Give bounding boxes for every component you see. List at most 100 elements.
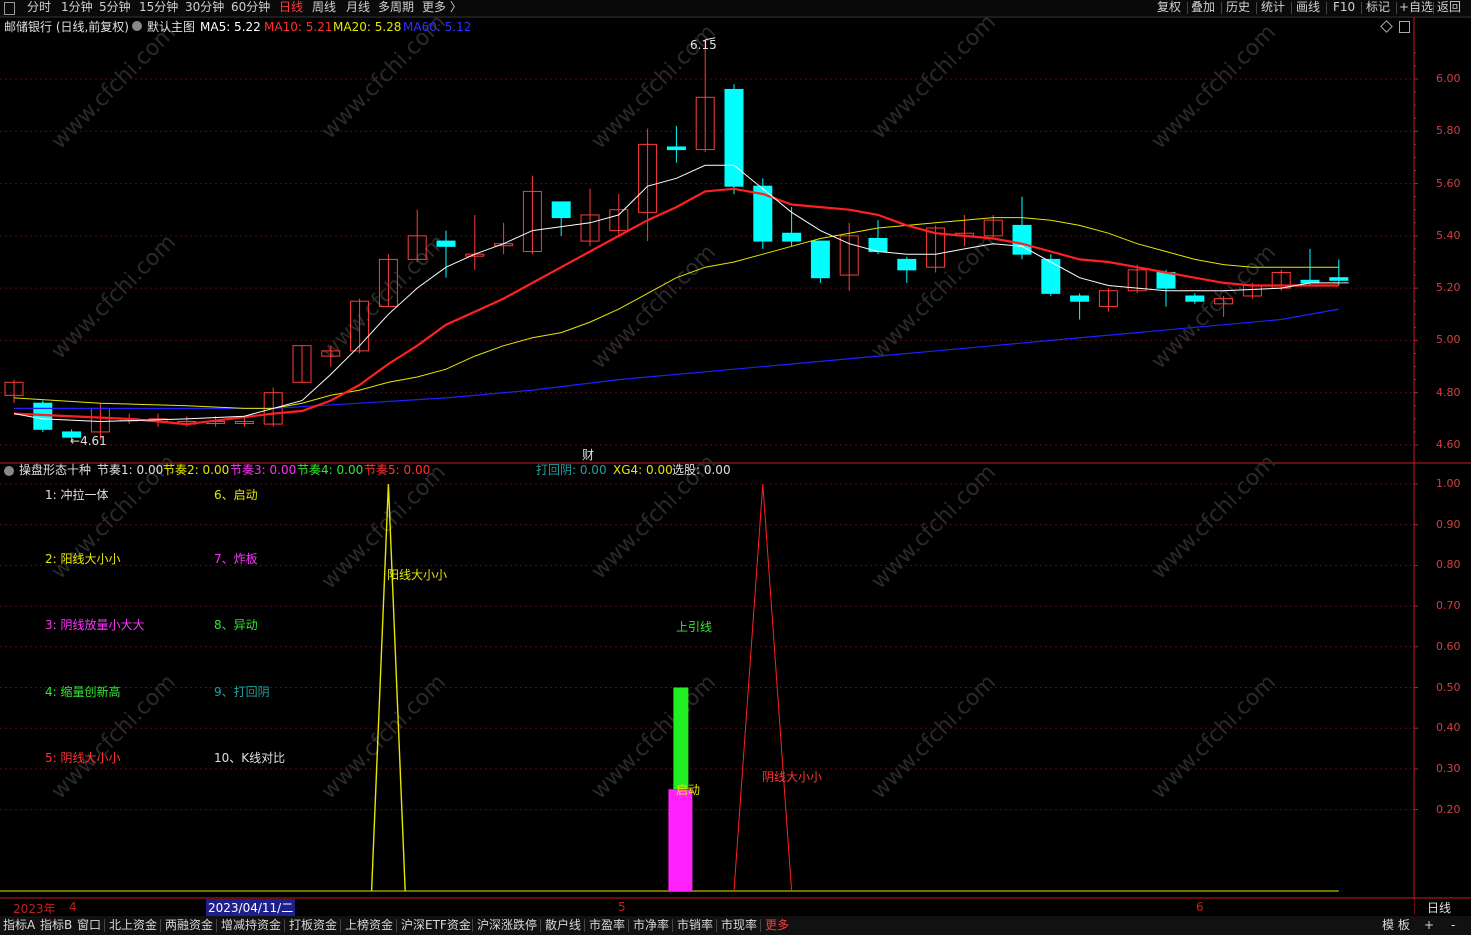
window-icon[interactable]	[1399, 21, 1410, 33]
signal-label-yang: 阳线大小小	[387, 568, 448, 582]
watermark-text: www.cfchi.com	[587, 670, 721, 804]
jz2-value: 节奏2: 0.00	[163, 463, 230, 477]
divider	[540, 919, 541, 932]
chevron-down-icon[interactable]	[4, 466, 14, 476]
legend-item-10: 10、K线对比	[214, 751, 286, 765]
price-tick-label: 4.80	[1436, 385, 1461, 399]
high-price-mark: 6.15	[690, 38, 717, 52]
watermark-text: www.cfchi.com	[587, 240, 721, 374]
legend-item-3: 3: 阴线放量小大大	[45, 618, 145, 632]
legend-item-9: 9、打回阴	[214, 685, 270, 699]
tab-etf-funds[interactable]: 沪深ETF资金	[401, 916, 471, 935]
watermark-text: www.cfchi.com	[867, 10, 1001, 144]
candle-body-down	[810, 240, 830, 279]
divider	[672, 919, 673, 932]
watermark-text: www.cfchi.com	[47, 20, 181, 154]
legend-item-1: 1: 冲拉一体	[45, 488, 109, 502]
date-month-4: 4	[69, 900, 77, 914]
xg4-value: XG4: 0.00	[613, 463, 673, 477]
candle-body-down	[897, 258, 917, 271]
candle-body-down	[666, 146, 686, 151]
tab-indicator-a[interactable]: 指标A	[3, 916, 35, 935]
ind-tick-label: 0.60	[1436, 639, 1461, 653]
ma20-value: MA20: 5.28	[333, 20, 402, 34]
date-month-6: 6	[1196, 900, 1204, 914]
ind-tick-label: 0.90	[1436, 517, 1461, 531]
ma5-value: MA5: 5.22	[200, 20, 261, 34]
divider	[340, 919, 341, 932]
divider	[760, 919, 761, 932]
tab-indicator-b[interactable]: 指标B	[40, 916, 72, 935]
watermark-text: www.cfchi.com	[867, 670, 1001, 804]
candle-body-down	[1185, 295, 1205, 302]
ma10-line	[13, 187, 1339, 426]
bottom-tab-bar: 指标A 指标B 窗口 北上资金 两融资金 增减持资金 打板资金 上榜资金 沪深E…	[0, 916, 1471, 935]
divider	[584, 919, 585, 932]
tab-pe[interactable]: 市盈率	[589, 916, 625, 935]
divider	[104, 919, 105, 932]
low-arrow: ←	[70, 434, 81, 448]
tab-pcf[interactable]: 市现率	[721, 916, 757, 935]
indicator-title[interactable]: 操盘形态十种	[19, 462, 91, 478]
divider	[160, 919, 161, 932]
legend-item-7: 7、炸板	[214, 552, 258, 566]
tab-holding-change-funds[interactable]: 增减持资金	[221, 916, 281, 935]
candle-body-down	[1156, 271, 1176, 289]
legend-item-2: 2: 阳线大小小	[45, 552, 121, 566]
candle-body-down	[436, 240, 456, 247]
ind-tick-label: 0.70	[1436, 599, 1461, 613]
legend-item-8: 8、异动	[214, 618, 258, 632]
watermark-text: www.cfchi.com	[317, 670, 451, 804]
low-price-value: 4.61	[80, 434, 107, 448]
template-label[interactable]: 默认主图	[147, 19, 195, 35]
price-tick-label: 5.20	[1436, 281, 1461, 295]
template-button[interactable]: 模 板	[1382, 916, 1410, 935]
tab-billboard-funds[interactable]: 上榜资金	[345, 916, 393, 935]
candle-body-down	[724, 88, 744, 187]
watermark-text: www.cfchi.com	[317, 230, 451, 364]
jz4-value: 节奏4: 0.00	[297, 463, 364, 477]
jz1-value: 节奏1: 0.00	[97, 463, 164, 477]
watermark-text: www.cfchi.com	[1147, 240, 1281, 374]
price-tick-label: 5.60	[1436, 176, 1461, 190]
low-price-mark: ←4.61	[70, 434, 107, 448]
financial-report-marker[interactable]: 财	[582, 446, 594, 463]
zoom-in-button[interactable]: +	[1424, 916, 1434, 935]
tab-ps[interactable]: 市销率	[677, 916, 713, 935]
price-tick-label: 5.00	[1436, 333, 1461, 347]
signal-qidong-bar	[668, 789, 693, 891]
tab-northbound-funds[interactable]: 北上资金	[109, 916, 157, 935]
period-label[interactable]: 日线	[1427, 899, 1451, 916]
tab-pb[interactable]: 市净率	[633, 916, 669, 935]
jz3-value: 节奏3: 0.00	[230, 463, 297, 477]
tab-limitup-funds[interactable]: 打板资金	[289, 916, 337, 935]
signal-shangyin-bar	[673, 687, 689, 790]
watermark-text: www.cfchi.com	[47, 230, 181, 364]
signal-yin-peak	[733, 483, 793, 892]
date-year: 2023年	[13, 902, 56, 916]
watermark-text: www.cfchi.com	[867, 460, 1001, 594]
price-tick-label: 4.60	[1436, 438, 1461, 451]
xg-value: 选股: 0.00	[672, 463, 731, 477]
tab-window[interactable]: 窗口	[77, 916, 101, 935]
tab-margin-funds[interactable]: 两融资金	[165, 916, 213, 935]
divider	[284, 919, 285, 932]
signal-label-qidong: 启动	[676, 783, 701, 797]
chevron-down-icon[interactable]	[132, 21, 142, 31]
price-tick-label: 6.00	[1436, 72, 1461, 85]
zoom-out-button[interactable]: -	[1451, 916, 1455, 935]
tab-more[interactable]: 更多	[765, 916, 789, 935]
tab-limit-stats[interactable]: 沪深涨跌停	[477, 916, 537, 935]
watermark-text: www.cfchi.com	[1147, 20, 1281, 154]
signal-label-yin: 阴线大小小	[762, 770, 823, 784]
ma60-line	[14, 308, 1339, 409]
date-month-5: 5	[618, 900, 626, 914]
candle-body-down	[1070, 295, 1090, 302]
dhy-value: 打回阴: 0.00	[536, 463, 607, 477]
candle-body-down	[782, 232, 802, 242]
ma10-value: MA10: 5.21	[264, 20, 333, 34]
ma20-line	[13, 217, 1339, 409]
tab-retail-line[interactable]: 散户线	[545, 916, 581, 935]
candle-body-down	[1041, 258, 1061, 294]
candle-body-down	[1329, 277, 1349, 281]
